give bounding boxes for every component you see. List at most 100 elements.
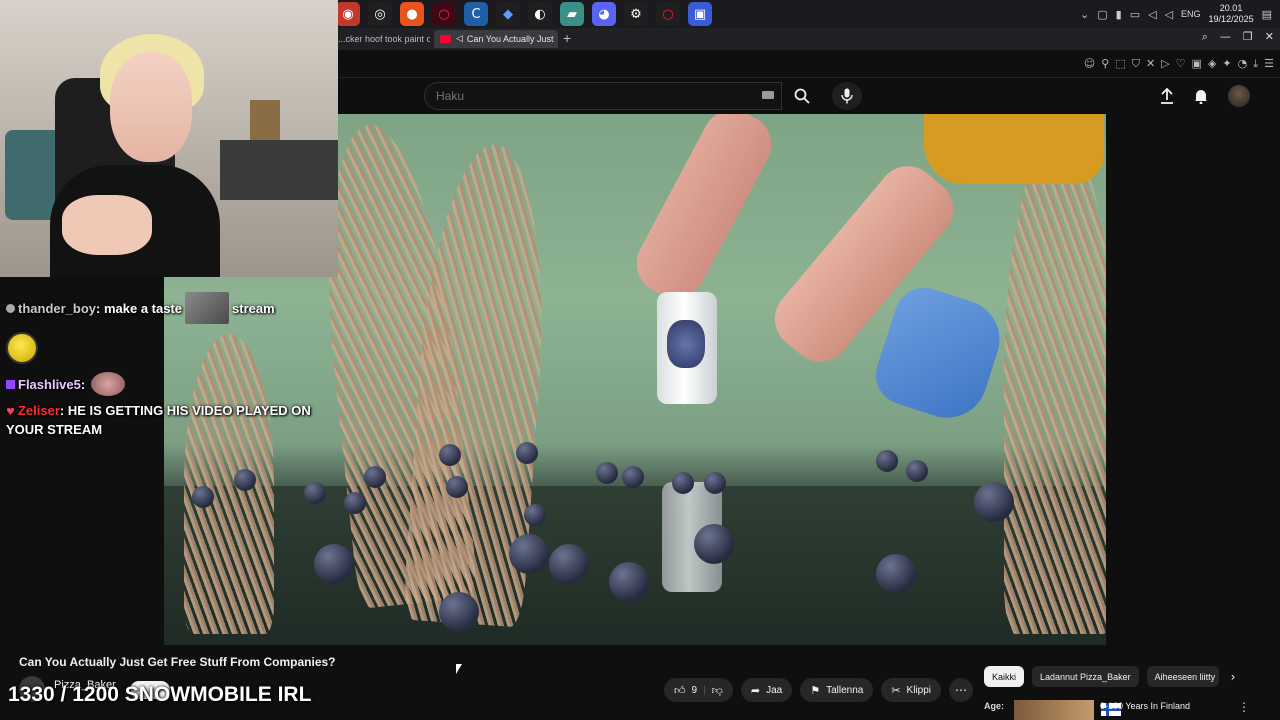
profile-icon[interactable]: ◔ (1238, 57, 1248, 71)
blueberry (364, 466, 386, 488)
streamer-face (110, 52, 192, 162)
like-button[interactable]: 👍︎ 9 | 👎︎ (664, 678, 733, 702)
search-box[interactable] (424, 82, 782, 110)
chat-message: thander_boy : make a taste stream (6, 292, 336, 324)
chip-uploaded-by[interactable]: Ladannut Pizza_Baker (1032, 666, 1139, 687)
opera-icon[interactable]: ○ (656, 2, 680, 26)
tab-active[interactable]: ◁ Can You Actually Just (434, 30, 558, 48)
chat-emote-image (185, 292, 230, 324)
recommendation-chips: Kaikki Ladannut Pizza_Baker Aiheeseen li… (984, 666, 1235, 687)
chip-related[interactable]: Aiheeseen liitty (1146, 666, 1219, 687)
blueberry (596, 462, 618, 484)
microphone-icon[interactable]: ▮ (1116, 8, 1122, 21)
blueberry (704, 472, 726, 494)
shield-icon[interactable]: ⛉ (1132, 57, 1140, 71)
extension-badge-icon[interactable]: ▣ (1192, 57, 1202, 71)
ccleaner-icon[interactable]: C (464, 2, 488, 26)
streamer-bot-icon[interactable]: ◆ (496, 2, 520, 26)
download-icon[interactable]: ⤓ (1253, 57, 1258, 71)
menu-icon[interactable]: ☰ (1264, 57, 1274, 71)
app-icon-3[interactable]: ▣ (688, 2, 712, 26)
mouse-cursor (456, 664, 462, 674)
language-indicator[interactable]: ENG (1181, 9, 1201, 19)
settings-icon[interactable]: ⚙ (624, 2, 648, 26)
new-tab-button[interactable]: + (563, 30, 571, 46)
blueberry (192, 486, 214, 508)
like-count: 9 (691, 684, 698, 696)
video-title: Can You Actually Just Get Free Stuff Fro… (19, 655, 336, 669)
rec-title[interactable]: 0-100 Years In Finland (1100, 701, 1190, 711)
speaker-icon[interactable]: ◁ (1148, 8, 1156, 21)
blueberry (524, 504, 546, 526)
share-label: Jaa (766, 684, 783, 696)
rec-thumbnail[interactable] (1014, 700, 1121, 720)
brain-emote-icon (91, 372, 126, 396)
chevron-up-icon[interactable]: ⌄ (1080, 8, 1089, 21)
audio-playing-icon[interactable]: ◁ (456, 34, 463, 44)
maximize-icon[interactable]: ❐ (1243, 30, 1253, 44)
bell-icon[interactable] (1194, 88, 1208, 104)
chrome-icon[interactable]: ◎ (368, 2, 392, 26)
screenshot-icon[interactable]: ⬚ (1115, 57, 1125, 71)
minimize-icon[interactable]: — (1220, 30, 1231, 44)
thumbs-up-icon: 👍︎ (674, 683, 686, 697)
discord-icon[interactable]: ◕ (592, 2, 616, 26)
tab-inactive[interactable]: ...cker hoof took paint off (338, 30, 430, 48)
clock-date: 19/12/2025 (1208, 14, 1254, 24)
share-button[interactable]: ➦ Jaa (740, 678, 793, 702)
puzzle-icon[interactable]: ✦ (1222, 57, 1231, 71)
clip-button[interactable]: ✂ Klippi (881, 678, 942, 702)
taskbar-app-icons: ◉ ◎ ● ○ C ◆ ◐ ▰ ◕ ⚙ ○ ▣ (336, 2, 712, 26)
chat-emote-line (6, 332, 336, 364)
more-icon: ⋯ (955, 683, 968, 697)
app-icon-2[interactable]: ▰ (560, 2, 584, 26)
upload-icon[interactable] (1160, 88, 1174, 104)
heart-badge-icon: ♥ (6, 407, 15, 418)
search-input[interactable] (436, 89, 736, 103)
twitch-icon[interactable]: ◈ (1208, 57, 1216, 71)
shelf-item (250, 100, 280, 140)
blueberry (906, 460, 928, 482)
drink-can (657, 292, 717, 404)
obs-icon[interactable]: ◉ (336, 2, 360, 26)
chip-all[interactable]: Kaikki (984, 666, 1025, 687)
blueberry (304, 482, 326, 504)
youtube-favicon-icon (440, 35, 451, 43)
close-icon[interactable]: ✕ (1265, 30, 1274, 44)
avatar[interactable] (1228, 85, 1250, 107)
kebab-menu-icon[interactable]: ⋮ (1238, 700, 1250, 714)
save-button[interactable]: ⚑ Tallenna (800, 678, 874, 702)
blueberry (509, 534, 549, 574)
blueberry (672, 472, 694, 494)
save-label: Tallenna (826, 684, 864, 696)
keyboard-icon[interactable] (762, 91, 774, 99)
opera-gx-icon[interactable]: ○ (432, 2, 456, 26)
extension-icons: ☺ ⚲ ⬚ ⛉ ✕ ▷ ♡ ▣ ◈ ✦ ◔ ⤓ ☰ (1084, 57, 1274, 71)
voice-search-button[interactable] (832, 82, 862, 110)
chat-wrapped-text: ♥ Zeliser: HE IS GETTING HIS VIDEO PLAYED… (6, 403, 311, 437)
chat-colon: : (96, 300, 104, 316)
app-icon[interactable]: ◐ (528, 2, 552, 26)
more-options-button[interactable]: ⋯ (949, 678, 974, 702)
search-tabs-icon[interactable]: ⌕ (1202, 30, 1208, 44)
network-icon[interactable]: ▭ (1130, 8, 1140, 21)
chevron-right-icon[interactable]: › (1231, 670, 1236, 684)
pin-icon[interactable]: ⚲ (1101, 57, 1109, 71)
emoji-icon[interactable]: ☺ (1084, 57, 1095, 71)
play-icon[interactable]: ▷ (1161, 57, 1169, 71)
blueberry (549, 544, 589, 584)
microphone-icon (841, 88, 853, 104)
clock[interactable]: 20.01 19/12/2025 (1209, 3, 1254, 25)
browser-tab-strip: ...cker hoof took paint off ◁ Can You Ac… (338, 28, 1280, 50)
recommended-video[interactable]: Age: 0-100 Years In Finland ⋮ (984, 700, 1280, 720)
heart-icon[interactable]: ♡ (1176, 57, 1186, 71)
translate-icon[interactable]: ✕ (1146, 57, 1155, 71)
firefox-icon[interactable]: ● (400, 2, 424, 26)
search-button[interactable] (787, 82, 817, 110)
thumbs-down-icon[interactable]: 👎︎ (712, 684, 723, 697)
notification-icon[interactable]: ▤ (1262, 8, 1272, 21)
scissors-icon: ✂ (891, 683, 901, 697)
tray-app-icon[interactable]: ▢ (1097, 8, 1107, 21)
volume-icon[interactable]: ◁ (1165, 8, 1173, 21)
clip-label: Klippi (906, 684, 932, 696)
